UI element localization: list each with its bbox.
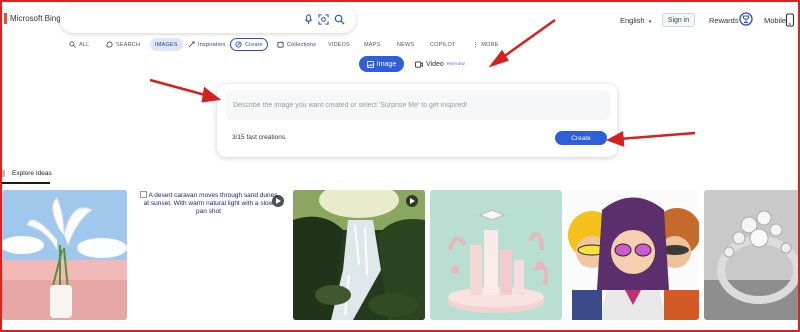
nav-all[interactable]: ALL — [69, 38, 89, 51]
explore-ideas-tab[interactable]: Explore Ideas — [12, 170, 52, 177]
nav-collections-label: Collections — [287, 41, 317, 48]
preview-badge: PREVIEW — [446, 62, 466, 66]
more-icon: ⋮ — [472, 41, 480, 49]
nav-inspiration-label: Inspiration — [198, 41, 226, 48]
screenshot-frame: Microsoft Bing English ▾ Sign in Rewards… — [0, 0, 800, 332]
explore-tab-underline — [2, 182, 50, 184]
arrow-to-create — [618, 131, 696, 141]
image-mode-button[interactable]: Image — [359, 56, 404, 72]
idea-tile-desert-caravan[interactable]: A desert caravan moves through sand dune… — [132, 190, 285, 320]
nav-search-label: SEARCH — [116, 41, 141, 48]
nav-maps[interactable]: MAPS — [364, 38, 380, 51]
nav-news-label: NEWS — [397, 41, 415, 48]
fast-creations-count: 3/15 fast creations — [232, 134, 286, 141]
nav-search[interactable]: SEARCH — [106, 38, 140, 51]
nav-more-label: MORE — [481, 41, 499, 48]
create-icon — [235, 41, 242, 48]
collections-icon — [277, 41, 284, 48]
microphone-icon[interactable] — [303, 14, 314, 25]
idea-tile-pastel-city[interactable] — [430, 190, 562, 320]
cartoon-characters-image — [567, 190, 699, 320]
arrow-head-prompt — [201, 86, 222, 103]
image-mode-label: Image — [376, 60, 397, 68]
language-selector[interactable]: English ▾ — [620, 16, 651, 25]
nav-create[interactable]: Create — [230, 38, 268, 51]
play-video-icon[interactable] — [272, 195, 284, 207]
image-icon — [366, 60, 374, 68]
copilot-search-icon — [106, 41, 113, 48]
mobile-label[interactable]: Mobile — [764, 16, 786, 25]
nav-inspiration[interactable]: Inspiration — [188, 38, 226, 51]
visual-search-icon[interactable] — [318, 14, 329, 25]
nav-all-label: ALL — [79, 41, 90, 48]
rewards-label[interactable]: Rewards — [709, 16, 739, 25]
inspiration-icon — [188, 41, 195, 48]
sign-in-button[interactable]: Sign in — [662, 13, 695, 27]
language-label: English — [620, 16, 645, 25]
pastel-city-image — [430, 190, 562, 320]
mobile-phone-icon[interactable] — [785, 13, 795, 27]
create-button[interactable]: Create — [555, 131, 607, 145]
nav-news[interactable]: NEWS — [397, 38, 414, 51]
video-mode-label: Video — [426, 60, 444, 68]
video-mode-button[interactable]: Video PREVIEW — [415, 57, 465, 71]
play-video-icon[interactable] — [406, 195, 418, 207]
rewards-trophy-icon[interactable] — [739, 12, 753, 26]
search-icon[interactable] — [334, 14, 345, 25]
bing-logo[interactable]: Microsoft Bing — [4, 13, 61, 24]
explore-tab-marker — [2, 170, 5, 177]
arrow-to-prompt — [149, 78, 210, 98]
nav-more[interactable]: ⋮ MORE — [472, 38, 499, 51]
nav-images[interactable]: IMAGES — [150, 38, 183, 51]
pearl-ring-image — [704, 190, 798, 320]
calla-lily-image — [2, 190, 127, 320]
search-icon — [69, 41, 76, 48]
waterfall-image — [293, 190, 425, 320]
nav-videos[interactable]: VIDEOS — [328, 38, 350, 51]
broken-image-alt-text: A desert caravan moves through sand dune… — [143, 192, 278, 215]
nav-copilot-label: COPILOT — [430, 41, 456, 48]
idea-tile-calla-lilies[interactable] — [2, 190, 127, 320]
arrow-to-video-mode — [498, 18, 556, 62]
prompt-input[interactable] — [225, 90, 610, 120]
idea-tile-waterfall[interactable] — [293, 190, 425, 320]
idea-tile-cartoon-friends[interactable] — [567, 190, 699, 320]
nav-videos-label: VIDEOS — [328, 41, 350, 48]
search-box[interactable] — [60, 6, 356, 33]
nav-maps-label: MAPS — [364, 41, 381, 48]
video-icon — [415, 60, 423, 68]
logo-text: Microsoft Bing — [10, 14, 61, 23]
bing-logo-icon — [4, 13, 7, 24]
nav-create-label: Create — [245, 41, 263, 48]
nav-images-label: IMAGES — [155, 41, 178, 48]
broken-image-icon — [139, 191, 147, 198]
idea-tile-pearl-ring[interactable] — [704, 190, 798, 320]
arrow-head-video — [488, 49, 509, 68]
nav-copilot[interactable]: COPILOT — [430, 38, 456, 51]
chevron-down-icon: ▾ — [648, 19, 652, 25]
image-creator-card: 3/15 fast creations Create — [217, 84, 617, 157]
nav-collections[interactable]: Collections — [277, 38, 316, 51]
